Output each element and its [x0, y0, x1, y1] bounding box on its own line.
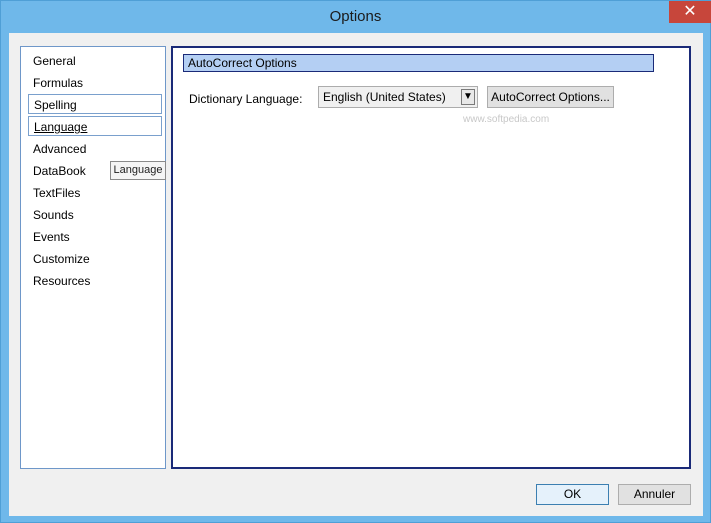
nav-tooltip: Language [110, 161, 166, 180]
ok-button[interactable]: OK [536, 484, 609, 505]
watermark: www.softpedia.com [463, 114, 550, 125]
nav-item-resources[interactable]: Resources [28, 271, 162, 291]
nav-item-general[interactable]: General [28, 51, 162, 71]
window-title: Options [329, 8, 382, 25]
dialog-client: General Formulas Spelling Language Advan… [9, 33, 703, 516]
cancel-button[interactable]: Annuler [618, 484, 691, 505]
title-bar[interactable]: Options ✕ [1, 1, 711, 33]
options-window: Options ✕ General Formulas Spelling Lang… [0, 0, 711, 523]
section-header: AutoCorrect Options [183, 54, 654, 72]
close-button[interactable]: ✕ [669, 1, 711, 23]
close-icon: ✕ [683, 3, 697, 20]
nav-item-events[interactable]: Events [28, 227, 162, 247]
nav-item-spelling[interactable]: Spelling [28, 94, 162, 114]
dictionary-language-value: English (United States) [323, 90, 446, 104]
chevron-down-icon[interactable]: ▼ [461, 89, 475, 105]
dictionary-language-label: Dictionary Language: [189, 92, 303, 106]
nav-item-formulas[interactable]: Formulas [28, 73, 162, 93]
nav-item-language[interactable]: Language [28, 116, 162, 136]
nav-item-sounds[interactable]: Sounds [28, 205, 162, 225]
autocorrect-options-button[interactable]: AutoCorrect Options... [487, 86, 614, 108]
settings-panel: AutoCorrect Options Dictionary Language:… [171, 46, 691, 469]
nav-item-customize[interactable]: Customize [28, 249, 162, 269]
category-list: General Formulas Spelling Language Advan… [20, 46, 166, 469]
dictionary-language-select[interactable]: English (United States) ▼ [318, 86, 478, 108]
nav-item-advanced[interactable]: Advanced [28, 139, 162, 159]
nav-item-textfiles[interactable]: TextFiles [28, 183, 162, 203]
